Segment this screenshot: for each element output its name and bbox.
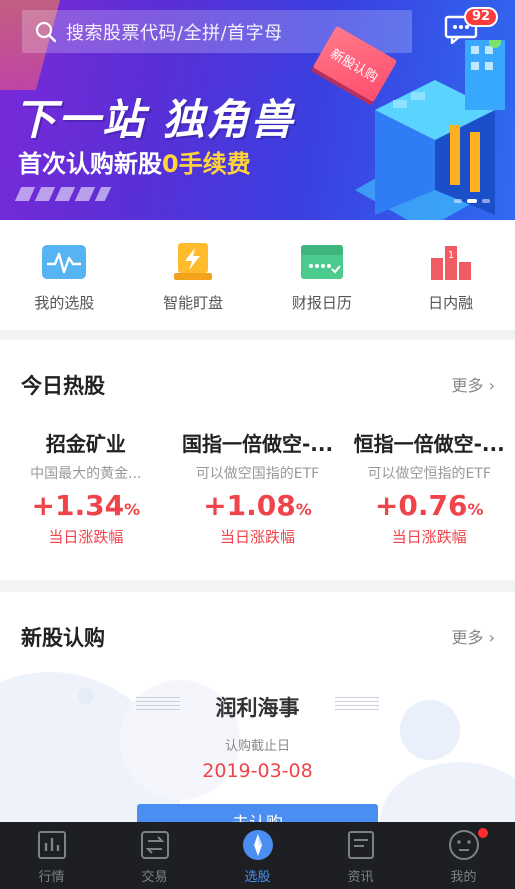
pulse-chart-icon bbox=[42, 245, 87, 279]
chart-icon bbox=[37, 831, 66, 859]
search-placeholder: 搜索股票代码/全拼/首字母 bbox=[66, 22, 283, 44]
stock-description: 可以做空国指的ETF bbox=[195, 466, 320, 482]
quick-nav-label: 智能盯盘 bbox=[163, 294, 224, 312]
tab-market[interactable]: 行情 bbox=[0, 822, 103, 889]
stock-change-unit: % bbox=[467, 500, 484, 519]
stock-name: 国指一倍做空-... bbox=[181, 432, 334, 456]
calendar-icon bbox=[300, 245, 343, 279]
banner-subtitle-highlight: 0手续费 bbox=[162, 150, 251, 178]
ipo-deadline-date: 2019-03-08 bbox=[202, 760, 313, 782]
banner-title: 下一站 独角兽 bbox=[14, 95, 295, 144]
more-label: 更多 bbox=[451, 376, 484, 395]
chevron-right-icon: › bbox=[488, 376, 495, 395]
section-title: 今日热股 bbox=[21, 374, 105, 398]
stock-change: +0.76% bbox=[375, 489, 484, 522]
stock-change-value: +1.08 bbox=[203, 489, 296, 522]
subscribe-button[interactable]: 去认购 bbox=[137, 804, 378, 822]
stock-description: 中国最大的黄金... bbox=[30, 466, 142, 482]
quick-nav-my-picks[interactable]: 我的选股 bbox=[0, 220, 129, 330]
ipo-deadline-label: 认购截止日 bbox=[224, 739, 290, 754]
section-header: 今日热股 更多 › bbox=[0, 340, 515, 430]
hot-stock-list: 招金矿业 中国最大的黄金... +1.34% 当日涨跌幅 国指一倍做空-... … bbox=[0, 428, 515, 547]
profile-icon bbox=[448, 830, 479, 860]
banner-subtitle: 首次认购新股0手续费 bbox=[18, 144, 251, 179]
quick-nav-intraday-margin[interactable]: 1 日内融 bbox=[386, 220, 515, 330]
quick-nav-earnings-calendar[interactable]: 财报日历 bbox=[258, 220, 387, 330]
podium-icon: 1 bbox=[430, 246, 471, 280]
ipo-section: 新股认购 更多 › 润利海事 认购截止日 2019-03-08 去认购 bbox=[0, 592, 515, 822]
bottom-tab-bar: 行情 交易 选股 资讯 我的 bbox=[0, 822, 515, 889]
banner-subtitle-prefix: 首次认购新股 bbox=[18, 150, 162, 178]
search-icon bbox=[35, 21, 57, 42]
more-label: 更多 bbox=[451, 628, 484, 647]
stock-change-value: +0.76 bbox=[374, 489, 468, 522]
tab-label: 交易 bbox=[141, 870, 168, 885]
carousel-dot bbox=[454, 199, 462, 203]
carousel-indicator bbox=[454, 199, 490, 203]
tab-label: 资讯 bbox=[347, 870, 374, 885]
hot-stock-card[interactable]: 恒指一倍做空-... 可以做空恒指的ETF +0.76% 当日涨跌幅 bbox=[343, 428, 515, 547]
section-title: 新股认购 bbox=[21, 626, 105, 650]
promo-banner[interactable]: 搜索股票代码/全拼/首字母 92 新股认购 下一站 独角兽 首次认购新股0手续费 bbox=[0, 0, 515, 220]
ipo-stock-name[interactable]: 润利海事 bbox=[0, 692, 515, 722]
carousel-dot bbox=[482, 199, 490, 203]
message-count-badge: 92 bbox=[464, 7, 499, 27]
stock-change-label: 当日涨跌幅 bbox=[48, 528, 124, 546]
banner-stripe-decoration bbox=[14, 187, 112, 201]
compass-icon bbox=[242, 830, 273, 860]
stock-change-value: +1.34 bbox=[31, 489, 125, 522]
stock-change-unit: % bbox=[124, 500, 141, 519]
hot-stock-card[interactable]: 国指一倍做空-... 可以做空国指的ETF +1.08% 当日涨跌幅 bbox=[172, 428, 344, 547]
stock-name: 招金矿业 bbox=[45, 432, 126, 456]
carousel-dot-active bbox=[467, 199, 477, 203]
tab-trade[interactable]: 交易 bbox=[103, 822, 206, 889]
more-link[interactable]: 更多 › bbox=[451, 372, 495, 396]
lightning-icon bbox=[174, 243, 213, 280]
tab-news[interactable]: 资讯 bbox=[309, 822, 412, 889]
chevron-right-icon: › bbox=[488, 628, 495, 647]
stock-change-label: 当日涨跌幅 bbox=[391, 528, 467, 546]
quick-nav-label: 我的选股 bbox=[34, 294, 95, 312]
stock-change: +1.34% bbox=[32, 489, 141, 522]
tab-profile[interactable]: 我的 bbox=[412, 822, 515, 889]
stock-change-unit: % bbox=[295, 500, 312, 519]
tab-label: 行情 bbox=[38, 870, 65, 885]
quick-nav-smart-watch[interactable]: 智能盯盘 bbox=[129, 220, 258, 330]
stock-change-label: 当日涨跌幅 bbox=[220, 528, 296, 546]
svg-text:1: 1 bbox=[447, 250, 453, 261]
stock-change: +1.08% bbox=[203, 489, 312, 522]
tab-label: 选股 bbox=[244, 870, 271, 885]
quick-nav-label: 日内融 bbox=[428, 294, 474, 312]
tab-label: 我的 bbox=[450, 870, 477, 885]
stock-description: 可以做空恒指的ETF bbox=[367, 466, 491, 482]
section-header: 新股认购 更多 › bbox=[0, 592, 515, 682]
hot-stock-card[interactable]: 招金矿业 中国最大的黄金... +1.34% 当日涨跌幅 bbox=[0, 428, 172, 547]
exchange-icon bbox=[140, 831, 169, 859]
news-icon bbox=[347, 831, 374, 859]
hot-stocks-section: 今日热股 更多 › 招金矿业 中国最大的黄金... +1.34% 当日涨跌幅 国… bbox=[0, 340, 515, 580]
notification-dot bbox=[478, 828, 488, 838]
stock-name: 恒指一倍做空-... bbox=[353, 432, 505, 456]
quick-nav: 我的选股 智能盯盘 财报日历 1 日内融 bbox=[0, 220, 515, 330]
more-link[interactable]: 更多 › bbox=[451, 624, 495, 648]
quick-nav-label: 财报日历 bbox=[291, 294, 352, 312]
tab-stock-picker[interactable]: 选股 bbox=[206, 822, 309, 889]
